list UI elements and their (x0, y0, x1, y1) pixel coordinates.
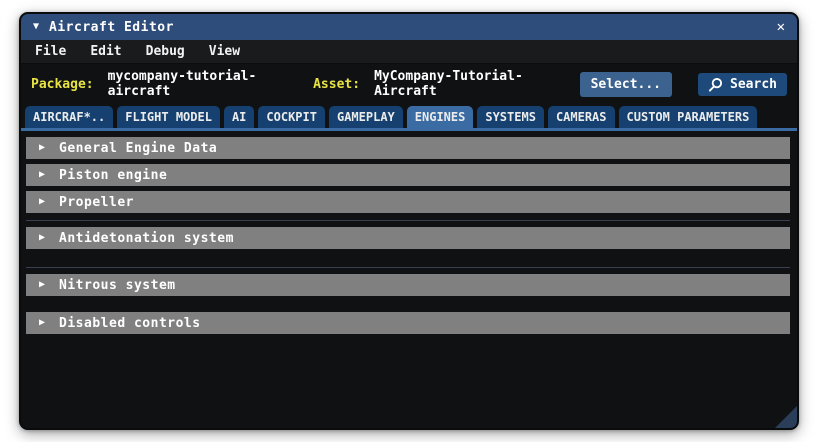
search-icon (708, 77, 723, 92)
collapse-window-icon[interactable]: ▼ (33, 22, 39, 32)
menu-view[interactable]: View (209, 44, 240, 59)
tab-flight-model[interactable]: FLIGHT MODEL (117, 106, 220, 128)
search-button-label: Search (730, 76, 777, 92)
menu-bar: File Edit Debug View (21, 40, 797, 64)
tab-systems[interactable]: SYSTEMS (477, 106, 544, 128)
section-antidetonation-system[interactable]: ▶ Antidetonation system (26, 227, 790, 249)
asset-label: Asset: (313, 76, 361, 92)
window-title: Aircraft Editor (49, 19, 174, 35)
section-general-engine-data[interactable]: ▶ General Engine Data (26, 137, 790, 159)
tab-cameras[interactable]: CAMERAS (547, 106, 615, 128)
tab-custom-parameters[interactable]: CUSTOM PARAMETERS (618, 106, 758, 128)
section-propeller[interactable]: ▶ Propeller (26, 191, 790, 213)
asset-toolbar: Package: mycompany-tutorial-aircraft Ass… (21, 64, 797, 104)
select-button[interactable]: Select... (579, 71, 673, 97)
section-label: Propeller (59, 194, 134, 210)
menu-debug[interactable]: Debug (146, 44, 185, 59)
expand-arrow-icon: ▶ (39, 279, 46, 290)
section-label: Disabled controls (59, 315, 201, 331)
expand-arrow-icon: ▶ (39, 169, 46, 180)
section-label: General Engine Data (59, 140, 218, 156)
menu-file[interactable]: File (35, 44, 66, 59)
aircraft-editor-window: ▼ Aircraft Editor ✕ File Edit Debug View… (19, 12, 799, 430)
section-disabled-controls[interactable]: ▶ Disabled controls (26, 312, 790, 334)
expand-arrow-icon: ▶ (39, 142, 46, 153)
tab-engines[interactable]: ENGINES (406, 106, 474, 128)
menu-edit[interactable]: Edit (90, 44, 121, 59)
close-icon[interactable]: ✕ (777, 20, 785, 34)
section-label: Nitrous system (59, 277, 176, 293)
sections-container: ▶ General Engine Data ▶ Piston engine ▶ Prope… (21, 131, 797, 428)
section-nitrous-system[interactable]: ▶ Nitrous system (26, 274, 790, 296)
section-label: Antidetonation system (59, 230, 234, 246)
asset-value: MyCompany-Tutorial-Aircraft (374, 69, 523, 99)
tab-aircraf[interactable]: AIRCRAF*.. (25, 106, 114, 128)
expand-arrow-icon: ▶ (39, 196, 46, 207)
package-value: mycompany-tutorial-aircraft (107, 69, 257, 99)
tab-gameplay[interactable]: GAMEPLAY (328, 106, 403, 128)
section-label: Piston engine (59, 167, 168, 183)
expand-arrow-icon: ▶ (39, 317, 46, 328)
package-label: Package: (31, 76, 94, 92)
tab-cockpit[interactable]: COCKPIT (258, 106, 325, 128)
tab-ai[interactable]: AI (223, 106, 255, 128)
section-piston-engine[interactable]: ▶ Piston engine (26, 164, 790, 186)
tab-bar: AIRCRAF*.. FLIGHT MODEL AI COCKPIT GAMEPLAY E… (21, 104, 797, 128)
search-button[interactable]: Search (698, 72, 787, 96)
section-separator (26, 267, 790, 268)
expand-arrow-icon: ▶ (39, 232, 46, 243)
section-separator (26, 220, 790, 221)
title-bar: ▼ Aircraft Editor ✕ (21, 14, 797, 40)
